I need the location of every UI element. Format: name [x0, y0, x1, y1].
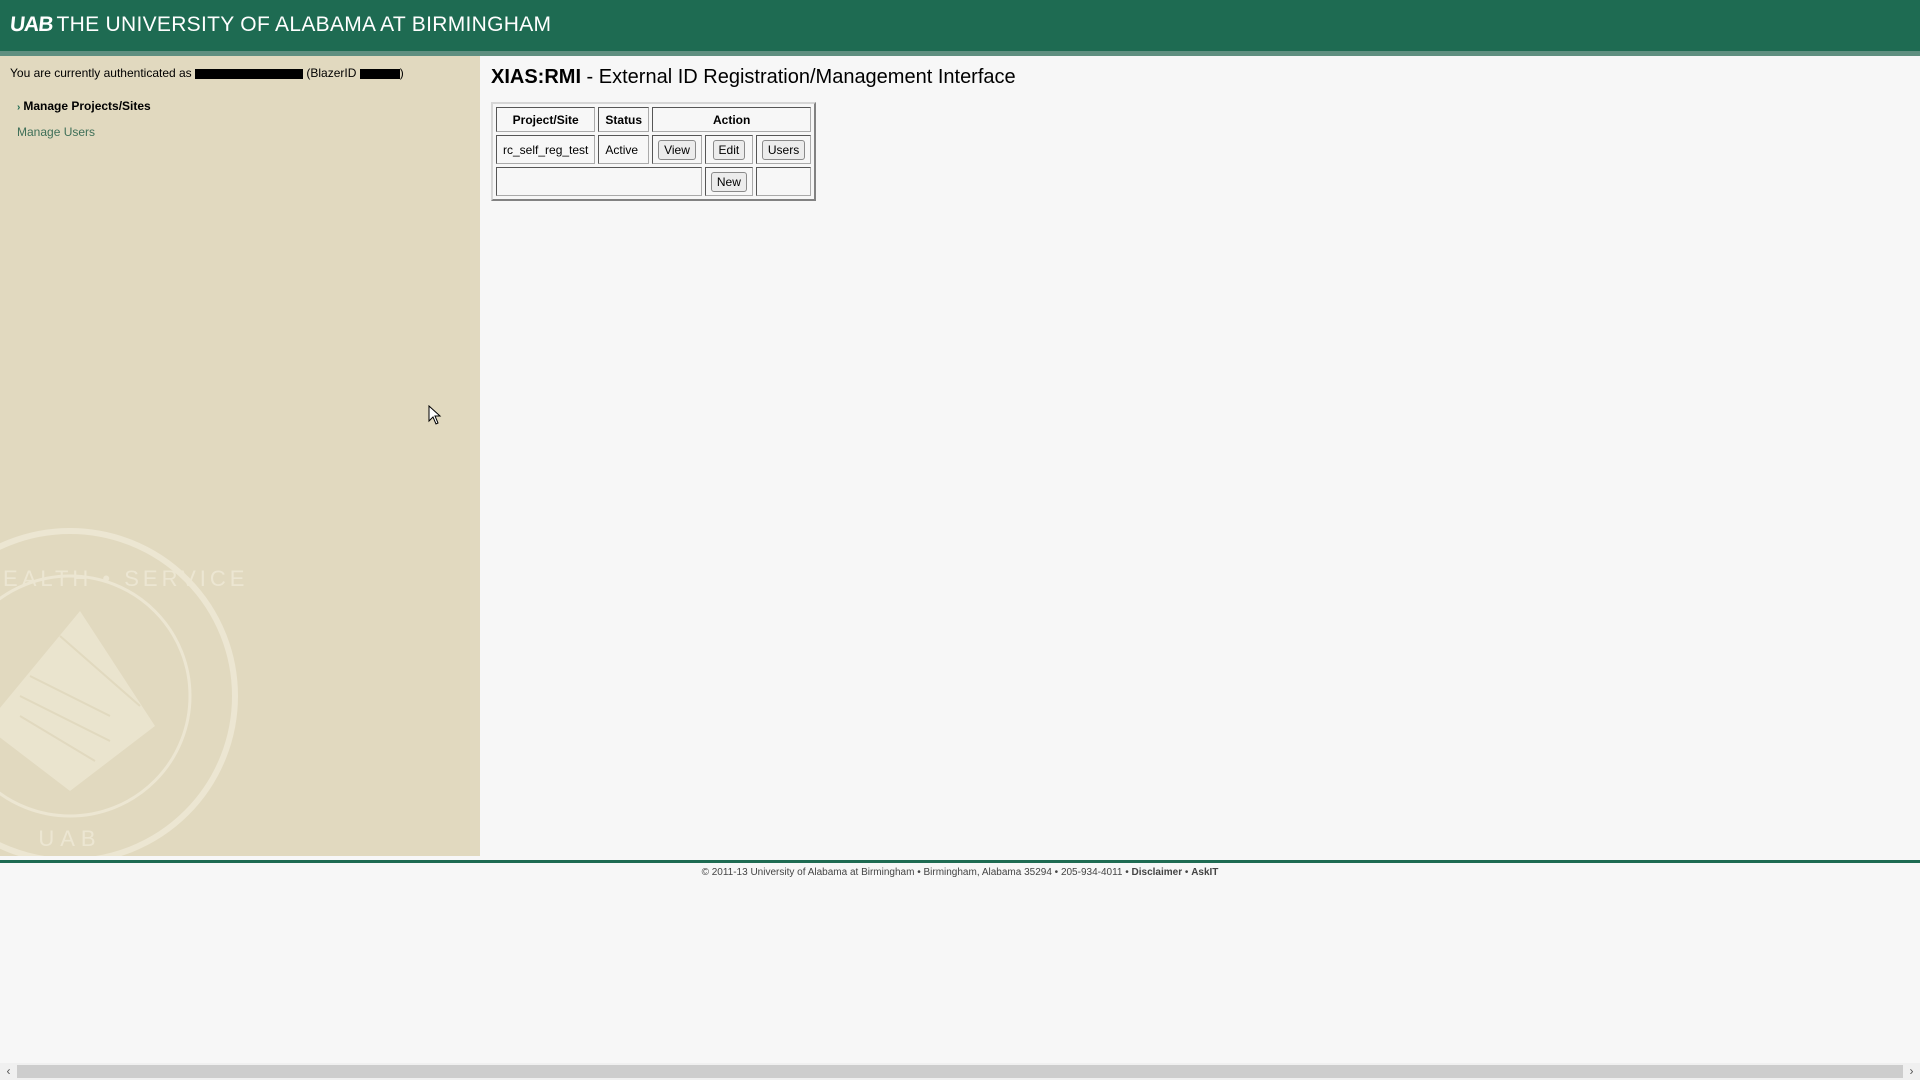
- nav-item-manage-users[interactable]: Manage Users: [17, 125, 151, 139]
- page-title-desc: - External ID Registration/Management In…: [581, 66, 1016, 88]
- seal-text-bottom: UAB: [38, 826, 101, 851]
- table-header-row: Project/Site Status Action: [496, 107, 812, 132]
- nav-item-manage-projects[interactable]: › Manage Projects/Sites: [17, 99, 151, 113]
- redacted-blazerid: [359, 68, 400, 79]
- cell-users: Users: [755, 135, 812, 164]
- uab-seal-watermark: RCH • HEALTH • SERVICE UAB: [0, 528, 248, 856]
- col-header-project: Project/Site: [496, 107, 596, 132]
- edit-button[interactable]: Edit: [712, 139, 746, 160]
- new-button[interactable]: New: [710, 171, 747, 192]
- footer: © 2011-13 University of Alabama at Birmi…: [0, 867, 1920, 878]
- cell-status: Active: [598, 135, 650, 164]
- page-title: XIAS:RMI - External ID Registration/Mana…: [491, 66, 1016, 89]
- view-button[interactable]: View: [658, 139, 696, 160]
- footer-askit-link[interactable]: AskIT: [1191, 867, 1218, 878]
- blazer-prefix: (BlazerID: [306, 66, 357, 80]
- cell-project-name: rc_self_reg_test: [496, 135, 596, 164]
- uab-logo: UAB: [8, 13, 54, 36]
- cell-new: New: [704, 167, 753, 196]
- scroll-right-icon[interactable]: ›: [1903, 1064, 1920, 1078]
- scrollbar-thumb[interactable]: [17, 1065, 1903, 1078]
- nav-label-manage-projects: Manage Projects/Sites: [23, 99, 151, 113]
- horizontal-scrollbar[interactable]: ‹ ›: [0, 1063, 1920, 1080]
- chevron-right-icon: ›: [17, 102, 21, 113]
- footer-divider: [0, 860, 1920, 863]
- table-row: rc_self_reg_test Active View Edit Users: [496, 135, 812, 164]
- auth-prefix: You are currently authenticated as: [10, 66, 192, 80]
- users-button[interactable]: Users: [761, 139, 806, 160]
- projects-table: Project/Site Status Action rc_self_reg_t…: [491, 102, 817, 201]
- footer-disclaimer-link[interactable]: Disclaimer: [1132, 867, 1183, 878]
- scroll-left-icon[interactable]: ‹: [0, 1064, 17, 1078]
- page-title-app: XIAS:RMI: [491, 66, 581, 88]
- university-name: THE UNIVERSITY OF ALABAMA AT BIRMINGHAM: [56, 13, 552, 36]
- table-new-row: New: [496, 167, 812, 196]
- col-header-action: Action: [652, 107, 812, 132]
- cell-empty-end: [755, 167, 812, 196]
- top-banner: UAB THE UNIVERSITY OF ALABAMA AT BIRMING…: [0, 0, 1920, 51]
- redacted-name: [195, 68, 304, 79]
- auth-status: You are currently authenticated as (Blaz…: [10, 66, 404, 80]
- footer-sep: •: [1182, 867, 1192, 878]
- col-header-status: Status: [598, 107, 650, 132]
- cell-empty: [496, 167, 702, 196]
- sidebar: You are currently authenticated as (Blaz…: [0, 56, 480, 856]
- university-header[interactable]: UAB THE UNIVERSITY OF ALABAMA AT BIRMING…: [8, 10, 552, 40]
- seal-text-top: RCH • HEALTH • SERVICE: [0, 566, 248, 591]
- sidebar-nav: › Manage Projects/Sites Manage Users: [17, 99, 151, 151]
- footer-copyright: © 2011-13 University of Alabama at Birmi…: [701, 867, 1132, 878]
- cell-edit: Edit: [704, 135, 753, 164]
- blazer-suffix: ): [399, 66, 404, 80]
- nav-label-manage-users: Manage Users: [17, 125, 96, 139]
- cell-view: View: [652, 135, 702, 164]
- mouse-cursor-icon: [428, 405, 442, 425]
